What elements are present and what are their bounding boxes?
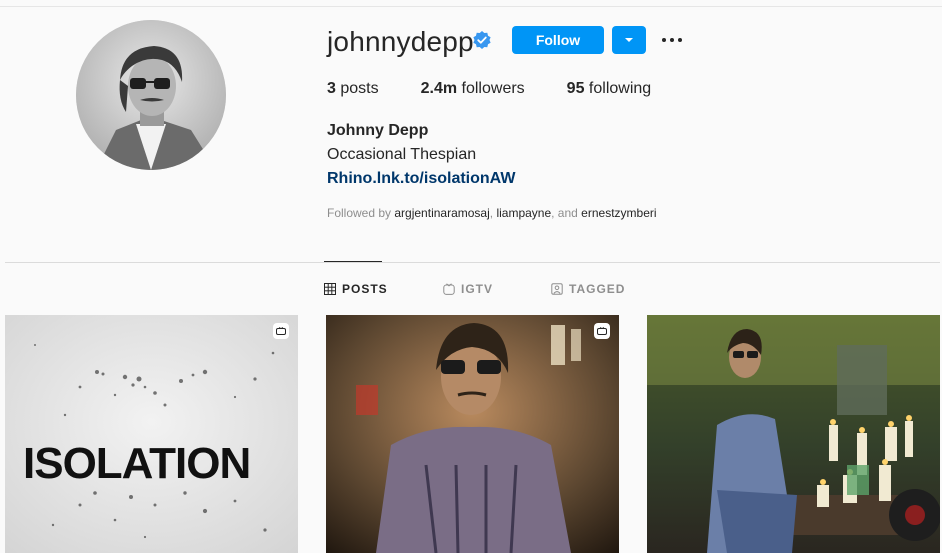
tab-tagged-label: TAGGED [569, 282, 626, 296]
active-tab-indicator [324, 261, 382, 262]
post-image [326, 315, 619, 553]
profile-website-link[interactable]: Rhino.lnk.to/isolationAW [327, 170, 515, 188]
followers-stat[interactable]: 2.4m followers [421, 80, 525, 98]
verified-badge-icon [473, 31, 491, 49]
top-divider [0, 6, 942, 7]
profile-username: johnnydepp [327, 26, 474, 57]
followed-by-prefix: Followed by [327, 206, 395, 220]
followed-by-user: liampayne [496, 206, 552, 220]
chevron-down-icon [625, 38, 633, 42]
profile-bio: Occasional Thespian [327, 146, 477, 163]
tabs-divider [5, 262, 940, 263]
grid-icon [324, 283, 336, 295]
igtv-icon [443, 283, 455, 295]
following-stat[interactable]: 95 following [567, 80, 652, 98]
tab-posts-label: POSTS [342, 282, 388, 296]
followers-count: 2.4m [420, 80, 458, 97]
followed-by-separator: , and [551, 206, 582, 220]
tab-igtv[interactable]: IGTV [443, 282, 493, 296]
following-label: following [588, 80, 652, 97]
tab-tagged[interactable]: TAGGED [551, 282, 625, 296]
profile-stats: 3 posts 2.4m followers 95 following [327, 80, 693, 98]
tab-posts[interactable]: POSTS [324, 282, 388, 296]
more-options-icon[interactable] [658, 30, 686, 50]
suggested-dropdown-button[interactable] [612, 26, 646, 54]
tab-igtv-label: IGTV [461, 282, 494, 296]
followed-by-user: ernestzymberi [581, 206, 657, 220]
followed-by-user: argjentinaramosaj [394, 206, 490, 220]
posts-stat: 3 posts [327, 80, 379, 98]
post-thumbnail[interactable] [326, 315, 619, 553]
tagged-icon [551, 283, 563, 295]
posts-label: posts [340, 80, 379, 97]
post-title-text: ISOLATION [23, 439, 251, 488]
followers-label: followers [461, 80, 525, 97]
followed-by-text[interactable]: Followed by argjentinaramosaj, liampayne… [327, 206, 657, 220]
following-count: 95 [566, 80, 585, 97]
posts-count: 3 [327, 80, 336, 97]
post-thumbnail[interactable] [647, 315, 940, 553]
post-image [647, 315, 940, 553]
avatar-image [76, 20, 226, 170]
follow-button[interactable]: Follow [512, 26, 604, 54]
post-thumbnail[interactable]: ISOLATION [5, 315, 298, 553]
post-image [5, 315, 298, 553]
profile-full-name: Johnny Depp [327, 122, 429, 139]
video-badge-icon [273, 323, 289, 339]
video-badge-icon [594, 323, 610, 339]
profile-avatar[interactable] [76, 20, 226, 170]
